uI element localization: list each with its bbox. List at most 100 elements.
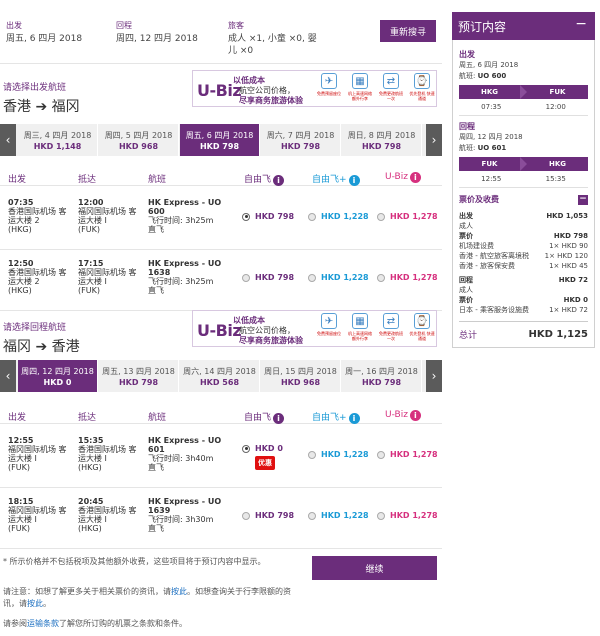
date-option[interactable]: 周四, 5 四月 2018 HKD 968 [99,124,179,156]
fare-option-2[interactable]: HKD 1,228 [308,450,369,459]
dep-terminal: 运大楼 2 [8,216,40,225]
prev-dates-icon[interactable]: ‹ [0,360,16,392]
date-label: 周六, 7 四月 2018 [266,131,335,140]
terms-link[interactable]: 运输条款 [27,619,59,628]
collapse-icon[interactable]: − [578,194,588,205]
flight-carrier: HK Express - UO [148,497,222,506]
total-value: HKD 1,125 [528,329,588,340]
arr-time: 17:15 [78,259,104,268]
date-price: HKD 798 [361,378,402,387]
date-option[interactable]: 周六, 7 四月 2018 HKD 798 [261,124,341,156]
kv-label: 机场建设费 [459,242,494,250]
arr-terminal: 运大楼 I [78,454,107,463]
radio-selected[interactable] [242,212,250,221]
date-option[interactable]: 周日, 8 四月 2018 HKD 798 [342,124,422,156]
date-option[interactable]: 周日, 15 四月 2018 HKD 968 [261,360,341,392]
ubiz-banner[interactable]: U-Biz 以低成本 航空公司价格， 尽享商务旅游体验 ✈ 免费预留座位 ▦ 机上高… [192,70,437,107]
date-option[interactable]: 周五, 13 四月 2018 HKD 798 [99,360,179,392]
ubiz-badge-text: 机上高速网络 额外行李 [348,331,372,341]
kv-value: 1× HKD 45 [549,262,588,270]
next-dates-icon[interactable]: › [426,124,442,156]
date-price: HKD 0 [43,378,72,387]
ubiz-banner[interactable]: U-Biz 以低成本 航空公司价格， 尽享商务旅游体验 ✈ 免费预留座位 ▦ 机上高… [192,310,437,347]
sb-fee: 日本 - 乘客服务设施费 1× HKD 72 [459,305,588,315]
fare-option-3[interactable]: HKD 1,278 [377,212,438,221]
radio[interactable] [377,511,385,520]
research-button[interactable]: 重新搜寻 [380,20,436,42]
fare-option-2[interactable]: HKD 1,228 [308,511,369,520]
prev-dates-icon[interactable]: ‹ [0,124,16,156]
date-option[interactable]: 周三, 4 四月 2018 HKD 1,148 [18,124,98,156]
inbound-table-header: 出发 抵达 航班 自由飞 i 自由飞+ i U-Biz i [0,408,442,424]
fare-price: HKD 1,228 [321,212,369,221]
outbound-heading: 请选择出发航班 香港 ➔ 福冈 [3,80,80,116]
kv-value: 1× HKD 72 [549,306,588,314]
radio[interactable] [242,511,250,520]
radio[interactable] [308,511,316,520]
info-icon[interactable]: i [409,172,421,183]
date-price: HKD 798 [361,142,402,151]
date-option-selected[interactable]: 周四, 12 四月 2018 HKD 0 [18,360,98,392]
date-option-selected[interactable]: 周五, 6 四月 2018 HKD 798 [180,124,260,156]
radio[interactable] [377,273,385,282]
fare-price: HKD 1,278 [390,450,438,459]
info-icon[interactable]: i [348,175,360,186]
fare-option-1[interactable]: HKD 798 [242,212,294,221]
fare-option-1[interactable]: HKD 798 [242,273,294,282]
fares-title: 票价及收费 [459,195,499,204]
fare-option-1[interactable]: HKD 798 [242,511,294,520]
info-icon[interactable]: i [273,413,285,424]
summary-pax-value: 成人 ×1, 小童 ×0, 婴 [228,34,317,44]
radio[interactable] [377,212,385,221]
fare-info-link[interactable]: 按此 [171,587,187,596]
radio[interactable] [308,212,316,221]
info-icon[interactable]: i [348,413,360,424]
continue-button[interactable]: 继续 [312,556,437,580]
fare-price: HKD 1,278 [390,212,438,221]
inbound-from: 福冈 [3,339,31,355]
date-option[interactable]: 周六, 14 四月 2018 HKD 568 [180,360,260,392]
next-dates-icon[interactable]: › [426,360,442,392]
outbound-to: 福冈 [51,99,80,115]
sb-outbound-title: 出发 [459,50,475,59]
date-option[interactable]: 周一, 16 四月 2018 HKD 798 [342,360,422,392]
radio-selected[interactable] [242,444,250,453]
dep-code: (HKG) [8,286,32,295]
fare-price: HKD 1,278 [390,511,438,520]
seat-icon: ✈ [321,313,337,329]
fare-price: HKD 798 [255,273,295,282]
kv-label: 成人 [459,286,473,294]
ubiz-line3: 尽享商务旅游体验 [239,96,303,105]
info-icon[interactable]: i [409,410,421,421]
radio[interactable] [308,273,316,282]
date-price: HKD 798 [118,378,159,387]
fare-option-3[interactable]: HKD 1,278 [377,273,438,282]
radio[interactable] [242,273,250,282]
note-text: 了解您所订购的机票之条款和条件。 [59,619,187,628]
date-label: 周五, 13 四月 2018 [102,367,175,376]
ubiz-badge-text: 免费预留座位 [317,331,341,336]
flight-stops: 直飞 [148,225,164,234]
route-from: FUK [481,160,498,168]
summary-depart: 出发 周五, 6 四月 2018 [6,20,82,45]
info-icon[interactable]: i [273,175,285,186]
flight-duration: 飞行时间: 3h25m [148,277,214,286]
flight-carrier: HK Express - UO [148,259,222,268]
radio[interactable] [308,450,316,459]
baggage-info-link[interactable]: 按此 [27,599,43,608]
sb-ret-fare: 票价 HKD 0 [459,295,588,305]
minimize-icon[interactable]: − [575,16,587,32]
kv-label: 回程 [459,276,473,284]
arr-terminal: 运大楼 I [78,277,107,286]
fare-option-2[interactable]: HKD 1,228 [308,212,369,221]
fare-option-3[interactable]: HKD 1,278 [377,511,438,520]
booking-summary-header: 预订内容 − [452,12,595,40]
summary-pax-label: 旅客 [228,21,244,30]
fare-option-3[interactable]: HKD 1,278 [377,450,438,459]
radio[interactable] [377,450,385,459]
fare2-label: 自由飞+ [312,413,347,423]
fare-option-2[interactable]: HKD 1,228 [308,273,369,282]
fare-price: HKD 798 [255,511,295,520]
fare-option-1[interactable]: HKD 0 [242,444,283,453]
kv-label: 香港 - 航空旅客离境税 [459,252,529,260]
